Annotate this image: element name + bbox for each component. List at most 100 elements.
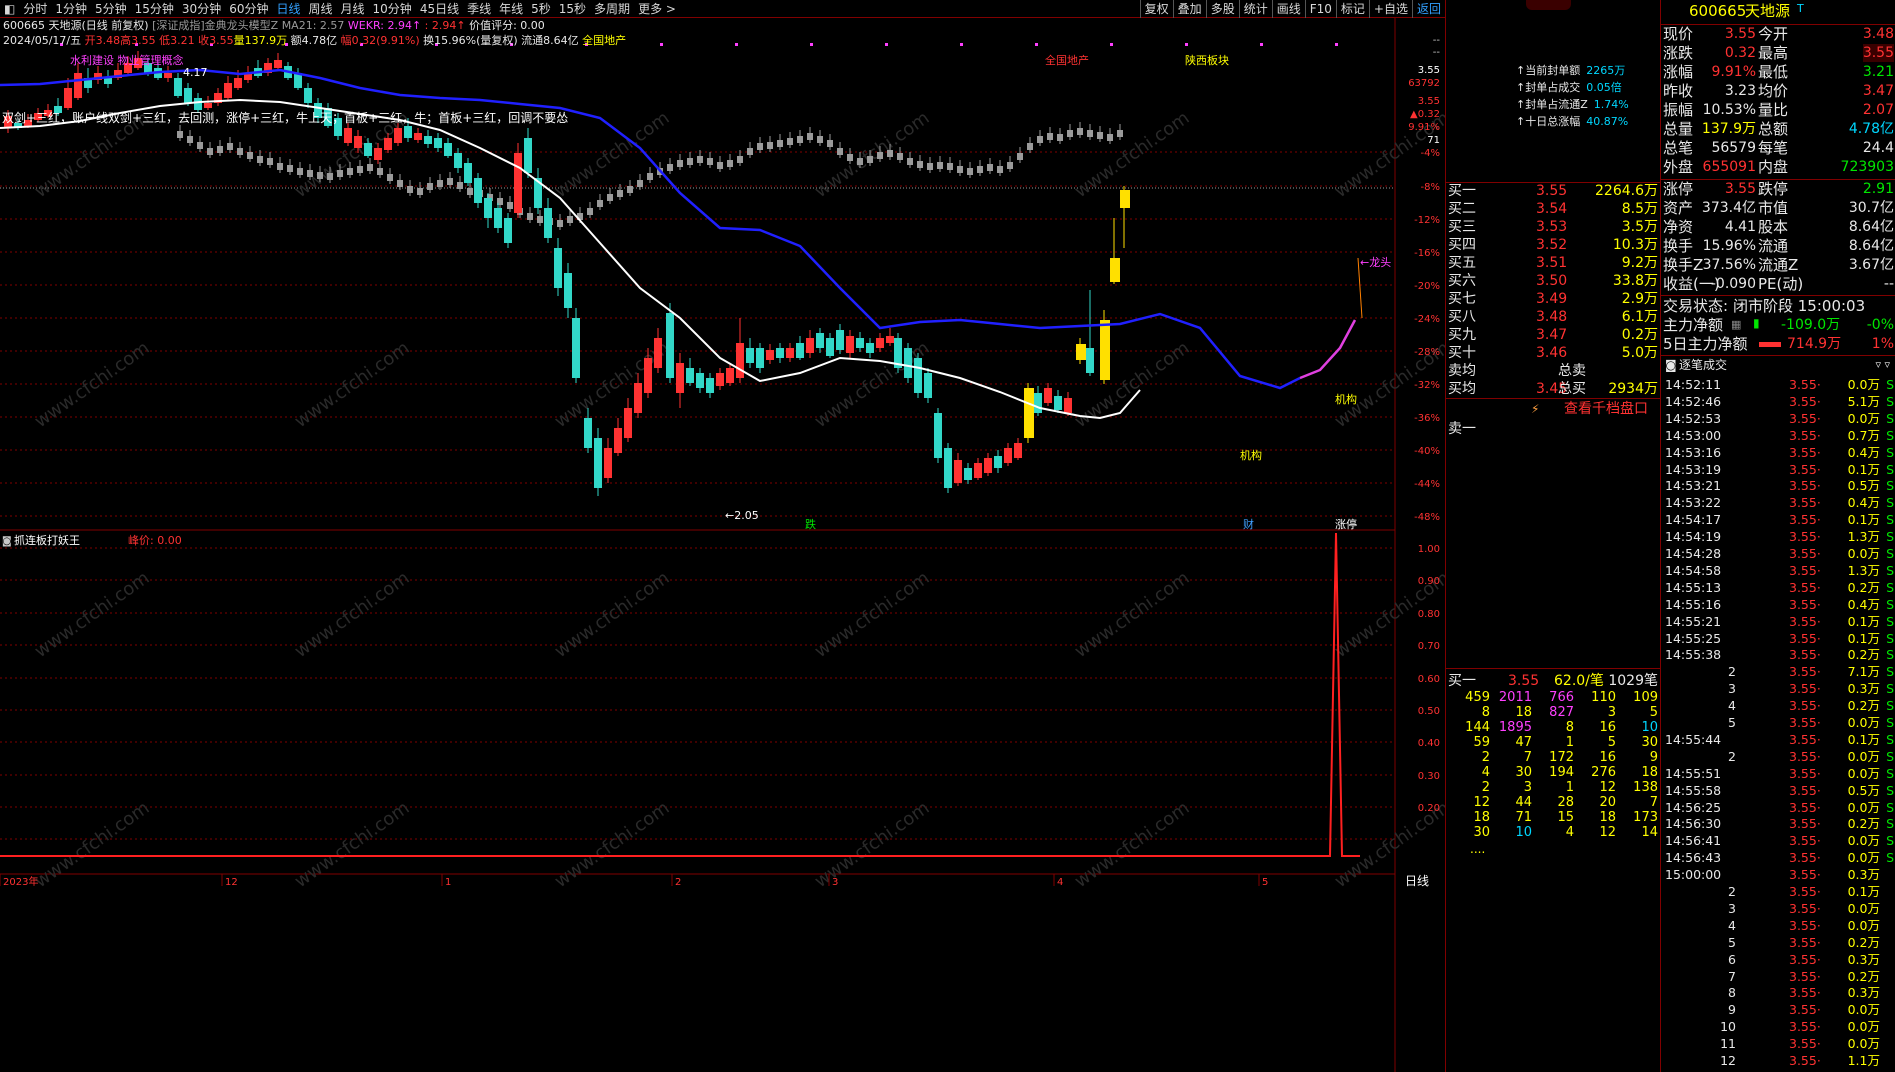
bar-amount: 额4.78亿 [290,34,338,47]
calendar-icon[interactable]: ▦ [1731,316,1741,334]
period-tab-11[interactable]: 季线 [463,0,495,18]
toolbar-action-4[interactable]: 画线 [1271,0,1305,18]
sector-label-a: 全国地产 [1045,53,1089,67]
candle-body [374,148,382,160]
candle-body [164,73,172,78]
quote-label: 涨跌 [1663,44,1694,62]
queue-cell: 12 [1599,825,1616,840]
tick-time: 5 [1728,715,1736,730]
period-tab-1[interactable]: 1分钟 [51,0,91,18]
tick-price: 3.55· [1789,748,1821,764]
sub-axis-label: 0.90 [1418,576,1440,587]
period-tab-7[interactable]: 周线 [305,0,337,18]
date-axis-label: 4 [1057,877,1063,888]
bid-level-label: 买十 [1448,345,1476,361]
candle-body [404,126,412,138]
bid-level-volume: 6.1万 [1621,309,1658,325]
period-tab-16[interactable]: 更多 > [634,0,680,18]
queue-cell: 5 [1649,705,1658,720]
tick-volume: 0.3万 [1847,951,1880,967]
toolbar-action-8[interactable]: 返回 [1411,0,1445,18]
menu-icon[interactable]: ◧ [0,0,19,18]
bar-change: 幅0.32(9.91%) [340,34,420,47]
tick-price: 3.55· [1789,782,1821,798]
sub-indicator-line [0,532,1360,857]
period-tab-0[interactable]: 分时 [19,0,51,18]
tick-price: 3.55· [1789,377,1821,392]
bid-level-price[interactable]: 3.55 [1536,182,1567,200]
overlay-candle [1057,134,1063,141]
tick-volume: 0.0万 [1847,900,1880,916]
bid-level-price[interactable]: 3.47 [1536,326,1567,344]
bid-level-price[interactable]: 3.52 [1536,236,1567,254]
panel-tab-handle[interactable] [1526,0,1571,10]
overlay-candle [377,168,383,175]
queue-cell: 7 [1649,795,1658,810]
toolbar-action-6[interactable]: 标记 [1335,0,1369,18]
watermark: www.cfchi.com [551,797,674,892]
tick-price: 3.55· [1789,664,1821,680]
netflow-value: -109.0万 [1781,317,1841,333]
date-axis-label: 3 [832,877,838,888]
seal-key: ↑当前封单额 [1516,64,1581,77]
toolbar-action-1[interactable]: 叠加 [1172,0,1206,18]
period-tab-2[interactable]: 5分钟 [91,0,131,18]
candle-body [676,363,684,393]
tick-side: S [1886,850,1894,866]
kline-chart[interactable]: www.cfchi.com www.cfchi.com www.cfchi.com w… [0,18,1445,1072]
toolbar-action-3[interactable]: 统计 [1238,0,1272,18]
stock-code: 600665 [1689,2,1747,20]
view-depth-link[interactable]: 查看千档盘口 [1564,400,1648,418]
candle-body [1120,190,1130,208]
bid-level-price[interactable]: 3.48 [1536,308,1567,326]
quote-value: 9.91% [1711,64,1756,80]
candle-body [934,413,942,458]
candle-body [726,368,734,383]
period-tab-9[interactable]: 10分钟 [369,0,416,18]
candle-body [1034,393,1042,413]
bid-level-price[interactable]: 3.50 [1536,272,1567,290]
toolbar-action-5[interactable]: F10 [1304,0,1336,18]
period-tab-12[interactable]: 年线 [495,0,527,18]
period-tab-3[interactable]: 15分钟 [131,0,178,18]
tick-side: S [1886,529,1894,545]
bid-level-price[interactable]: 3.46 [1536,344,1567,362]
candle-body [974,463,982,478]
candle-body [194,98,202,110]
price-axis-top: -- [1433,35,1441,46]
collapse-icon[interactable]: ◙ [1665,356,1677,374]
toolbar-action-2[interactable]: 多股 [1205,0,1239,18]
tick-volume: 0.7万 [1847,427,1880,443]
period-tab-13[interactable]: 5秒 [527,0,555,18]
collapse-icon[interactable]: ◙ [2,536,12,547]
period-tab-5[interactable]: 60分钟 [225,0,272,18]
candle-body [846,336,854,353]
bid-level-price[interactable]: 3.53 [1536,218,1567,236]
candle-body [786,348,794,358]
bid-level-price[interactable]: 3.49 [1536,290,1567,308]
period-tab-15[interactable]: 多周期 [590,0,634,18]
period-tab-10[interactable]: 45日线 [416,0,463,18]
period-tab-14[interactable]: 15秒 [555,0,590,18]
queue-more[interactable]: .... [1470,840,1485,858]
quote-label: 最低 [1758,63,1789,81]
ticks-menu-icon[interactable]: ▿ ▿ [1875,356,1890,374]
period-tab-4[interactable]: 30分钟 [178,0,225,18]
marker-dot [1110,43,1113,46]
bid-level-price[interactable]: 3.51 [1536,254,1567,272]
pct-axis-label: -36% [1414,413,1440,424]
quote-value: 56579 [1711,140,1756,156]
toolbar-action-7[interactable]: +自选 [1368,0,1412,18]
toolbar-action-0[interactable]: 复权 [1139,0,1173,18]
tick-time: 14:54:19 [1665,529,1722,545]
period-tab-6[interactable]: 日线 [272,0,304,18]
queue-cell: 7 [1523,750,1532,765]
seal-key: ↑封单占流通Z [1516,98,1588,111]
overlay-candle [987,164,993,171]
bid-level-price[interactable]: 3.54 [1536,200,1567,218]
quote-value: 10.53% [1702,102,1756,118]
period-label[interactable]: 日线 [1405,874,1429,888]
candle-body [274,60,282,68]
period-tab-8[interactable]: 月线 [337,0,369,18]
overlay-candle [877,152,883,159]
